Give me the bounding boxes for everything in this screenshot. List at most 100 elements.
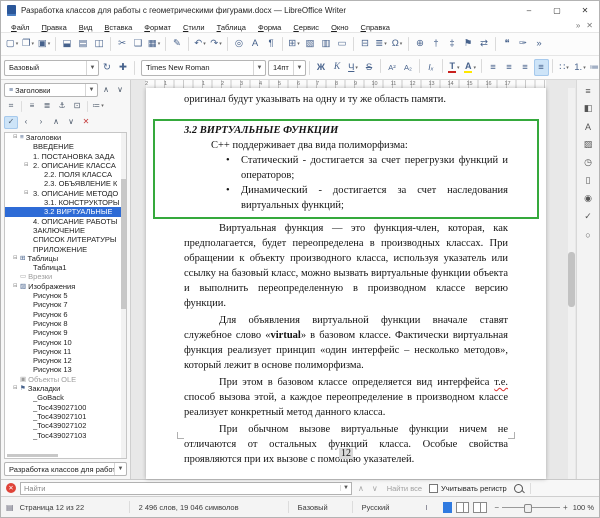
view-multi-page-button[interactable] bbox=[456, 501, 470, 513]
tree-horizontal-scrollbar[interactable] bbox=[7, 454, 58, 457]
tree-item[interactable]: 2.2. ПОЛЯ КЛАССА bbox=[5, 170, 126, 179]
tree-item[interactable]: 4. ОПИСАНИЕ РАБОТЫ bbox=[5, 217, 126, 226]
content-visibility-button[interactable]: ✓ bbox=[4, 115, 18, 129]
document-modified-icon[interactable]: ▤ bbox=[6, 503, 14, 512]
print-button[interactable]: ▤ bbox=[76, 36, 91, 53]
close-find-bar-icon[interactable]: ✕ bbox=[6, 483, 16, 493]
tree-item[interactable]: _Toc439027100 bbox=[5, 403, 126, 412]
tree-item[interactable]: _Toc439027103 bbox=[5, 431, 126, 440]
tree-ole[interactable]: ▣ Объекты OLE bbox=[5, 375, 126, 384]
tree-item[interactable]: _Toc439027102 bbox=[5, 421, 126, 430]
sidebar-settings-icon[interactable]: ≡ bbox=[580, 84, 596, 97]
insert-table-button[interactable]: ⊞ bbox=[287, 36, 302, 53]
page-style[interactable]: Базовый bbox=[298, 503, 343, 512]
tree-item[interactable]: Рисунок 5 bbox=[5, 291, 126, 300]
comment-button[interactable]: ❝ bbox=[500, 36, 515, 53]
special-character-button[interactable]: Ω bbox=[390, 36, 405, 53]
word-count[interactable]: 2 496 слов, 19 046 символов bbox=[139, 503, 279, 512]
tree-item[interactable]: ВВЕДЕНИЕ bbox=[5, 142, 126, 151]
drag-mode-icon[interactable]: ≔ bbox=[91, 100, 105, 113]
bookmark-button[interactable]: ⚑ bbox=[461, 36, 476, 53]
zoom-slider-thumb[interactable] bbox=[524, 503, 533, 513]
tree-item[interactable]: Рисунок 12 bbox=[5, 356, 126, 365]
spelling-button[interactable]: A bbox=[248, 36, 263, 53]
tree-item[interactable]: Рисунок 7 bbox=[5, 300, 126, 309]
expander-icon[interactable]: ⊟ bbox=[13, 384, 20, 393]
update-style-button[interactable]: ↻ bbox=[100, 59, 115, 76]
track-changes-button[interactable]: ✑ bbox=[516, 36, 531, 53]
highlight-button[interactable]: А bbox=[463, 59, 478, 76]
paragraph-style-combo[interactable]: Базовый ▼ bbox=[4, 59, 99, 76]
cut-button[interactable]: ✂ bbox=[115, 36, 130, 53]
anchor-text-icon[interactable]: ⚓ bbox=[55, 100, 69, 113]
undo-button[interactable]: ↶ bbox=[193, 36, 208, 53]
outline-list-button[interactable]: ≔ bbox=[589, 59, 600, 76]
find-previous-button[interactable]: ∧ bbox=[356, 484, 366, 493]
toolbar-overflow-button[interactable]: » bbox=[532, 36, 547, 53]
demote-level-button[interactable]: › bbox=[34, 116, 48, 129]
previous-heading-button[interactable]: ∧ bbox=[99, 84, 113, 97]
match-case-checkbox[interactable]: Учитывать регистр bbox=[429, 483, 507, 493]
tree-bookmarks[interactable]: ⊟ ⚑ Закладки bbox=[5, 384, 126, 393]
paste-button[interactable]: ▦ bbox=[147, 36, 162, 53]
find-next-button[interactable]: ∨ bbox=[370, 484, 380, 493]
chevron-down-icon[interactable]: ▼ bbox=[253, 60, 265, 75]
redo-button[interactable]: ↷ bbox=[209, 36, 224, 53]
tree-item[interactable]: 3.1. КОНСТРУКТОРЫ bbox=[5, 198, 126, 207]
navigator-document-combo[interactable]: Разработка классов для работы ▼ bbox=[4, 462, 127, 476]
chevron-down-icon[interactable]: ▼ bbox=[85, 84, 97, 96]
bullet-list-button[interactable]: ∷ bbox=[557, 59, 572, 76]
superscript-button[interactable]: A² bbox=[385, 59, 400, 76]
print-preview-button[interactable]: ◫ bbox=[92, 36, 107, 53]
chevron-down-icon[interactable]: ▼ bbox=[293, 60, 305, 75]
numbered-list-button[interactable]: 1. bbox=[573, 59, 588, 76]
navigate-by-combo[interactable]: ≡ Заголовки ▼ bbox=[4, 83, 98, 97]
chevron-down-icon[interactable]: ▼ bbox=[340, 485, 351, 491]
align-justify-button[interactable]: ≡ bbox=[533, 59, 549, 76]
font-name-combo[interactable]: Times New Roman ▼ bbox=[141, 59, 266, 76]
page-break-button[interactable]: ⊟ bbox=[358, 36, 373, 53]
maximize-button[interactable]: ▢ bbox=[543, 2, 571, 19]
copy-button[interactable]: ❑ bbox=[131, 36, 146, 53]
close-document-icon[interactable]: ✕ bbox=[586, 21, 593, 30]
find-all-button[interactable]: Найти все bbox=[384, 484, 425, 493]
toggle-master-view-icon[interactable]: ⌗ bbox=[4, 100, 18, 113]
find-replace-button[interactable]: ◎ bbox=[232, 36, 247, 53]
export-pdf-button[interactable]: ⬓ bbox=[60, 36, 75, 53]
save-button[interactable]: ▣ bbox=[37, 36, 52, 53]
strikethrough-button[interactable]: S bbox=[362, 59, 377, 76]
styles-icon[interactable]: A bbox=[580, 120, 596, 133]
page-icon[interactable]: ▯ bbox=[580, 174, 596, 187]
checkbox-icon[interactable] bbox=[429, 483, 439, 493]
tree-images[interactable]: ⊟ ▨ Изображения bbox=[5, 282, 126, 291]
view-single-page-button[interactable] bbox=[443, 501, 453, 513]
header-footer-icon[interactable]: ⊡ bbox=[70, 100, 84, 113]
formatting-marks-button[interactable]: ¶ bbox=[264, 36, 279, 53]
underline-button[interactable]: Ч bbox=[346, 59, 361, 76]
minimize-button[interactable]: – bbox=[515, 2, 543, 19]
page-info[interactable]: Страница 12 из 22 bbox=[20, 503, 120, 512]
tree-item[interactable]: Рисунок 6 bbox=[5, 310, 126, 319]
font-size-combo[interactable]: 14пт ▼ bbox=[268, 59, 306, 76]
properties-icon[interactable]: ◧ bbox=[580, 102, 596, 115]
tree-headings[interactable]: ⊟ ≡ Заголовки bbox=[5, 133, 126, 142]
clone-formatting-button[interactable]: ✎ bbox=[170, 36, 185, 53]
content-view-icon[interactable]: ≡ bbox=[25, 100, 39, 113]
hyperlink-button[interactable]: ⊕ bbox=[413, 36, 428, 53]
tree-item[interactable]: Рисунок 11 bbox=[5, 347, 126, 356]
tree-item[interactable]: ЗАКЛЮЧЕНИЕ bbox=[5, 226, 126, 235]
new-document-button[interactable]: ▢ bbox=[5, 36, 20, 53]
insert-textbox-button[interactable]: ▭ bbox=[335, 36, 350, 53]
tree-vertical-scrollbar[interactable] bbox=[121, 133, 126, 458]
delete-button[interactable]: ✕ bbox=[79, 116, 93, 129]
tree-item[interactable]: Рисунок 10 bbox=[5, 338, 126, 347]
find-and-replace-icon[interactable] bbox=[513, 483, 523, 493]
zoom-slider[interactable]: − + bbox=[494, 503, 568, 513]
new-style-button[interactable]: ✚ bbox=[116, 59, 131, 76]
view-book-button[interactable] bbox=[473, 501, 488, 513]
tree-item[interactable]: Рисунок 8 bbox=[5, 319, 126, 328]
gallery-icon[interactable]: ▨ bbox=[580, 138, 596, 151]
find-icon[interactable]: ○ bbox=[580, 228, 596, 241]
chevron-down-icon[interactable]: ▼ bbox=[86, 60, 98, 75]
tree-tables[interactable]: ⊟ ⊞ Таблицы bbox=[5, 254, 126, 263]
